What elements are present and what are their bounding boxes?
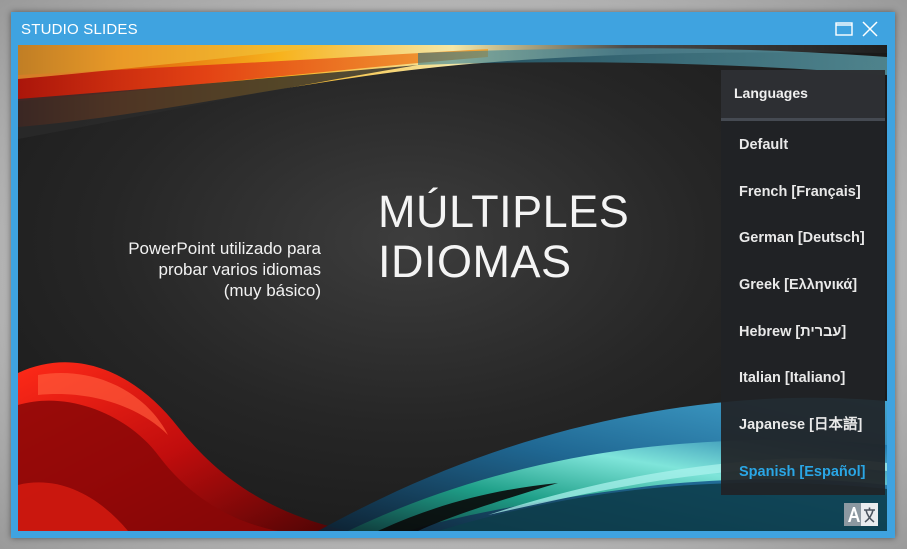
window-title: STUDIO SLIDES: [21, 21, 138, 38]
app-window: STUDIO SLIDES PowerPoint utilizado para …: [11, 12, 895, 538]
slide-heading: MÚLTIPLES IDIOMAS: [378, 187, 629, 287]
language-list: Default French [Français] German [Deutsc…: [721, 122, 885, 496]
close-button[interactable]: [860, 19, 880, 39]
language-item-italian[interactable]: Italian [Italiano]: [721, 355, 885, 402]
close-icon: [862, 21, 878, 37]
language-item-default[interactable]: Default: [721, 122, 885, 169]
title-bar: STUDIO SLIDES: [11, 12, 895, 45]
slide-subtitle: PowerPoint utilizado para probar varios …: [128, 239, 321, 300]
language-item-greek[interactable]: Greek [Ελληνικά]: [721, 262, 885, 309]
language-menu-header: Languages: [721, 70, 885, 121]
language-item-hebrew[interactable]: Hebrew [עברית]: [721, 309, 885, 356]
language-item-german[interactable]: German [Deutsch]: [721, 215, 885, 262]
language-menu-title: Languages: [734, 85, 808, 101]
language-toggle-button[interactable]: [841, 499, 881, 529]
slide-heading-line: IDIOMAS: [378, 236, 572, 287]
language-item-japanese[interactable]: Japanese [日本語]: [721, 402, 885, 449]
language-item-french[interactable]: French [Français]: [721, 169, 885, 216]
language-item-spanish[interactable]: Spanish [Español]: [721, 449, 885, 496]
maximize-icon: [835, 22, 853, 36]
slide-canvas: PowerPoint utilizado para probar varios …: [18, 45, 887, 531]
slide-heading-line: MÚLTIPLES: [378, 186, 630, 237]
language-menu: Languages Default French [Français] Germ…: [721, 70, 885, 495]
translate-icon: [844, 503, 878, 526]
maximize-button[interactable]: [834, 19, 854, 39]
